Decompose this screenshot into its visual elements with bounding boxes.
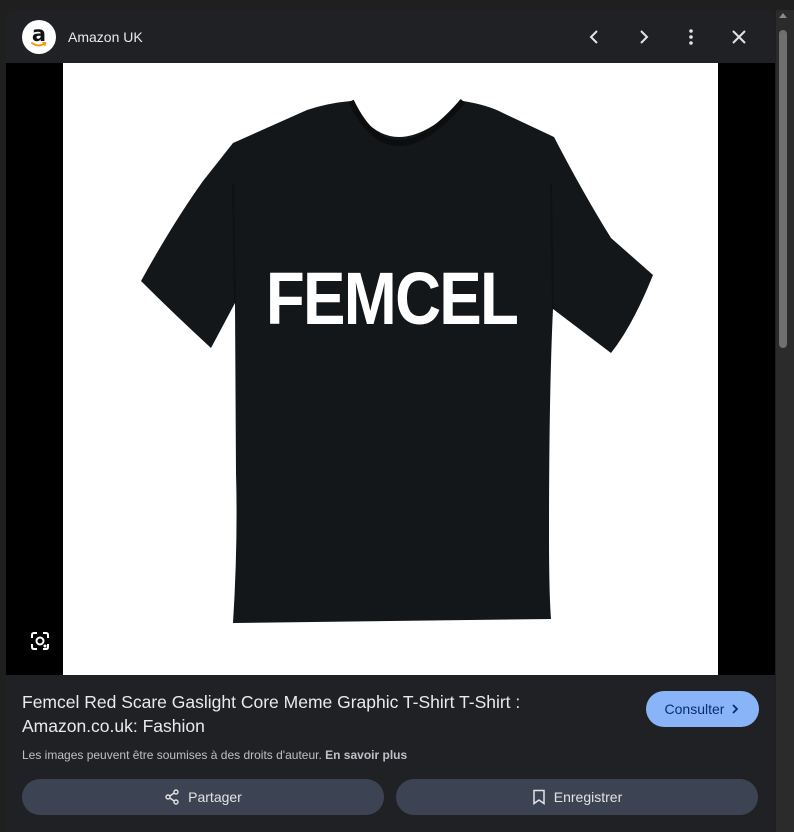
- scroll-thumb[interactable]: [779, 30, 787, 348]
- image-viewer-panel: a Amazon UK FEMCEL Femcel Red Scare Gasl…: [6, 10, 775, 832]
- scrollbar[interactable]: [776, 10, 794, 832]
- copyright-notice: Les images peuvent être soumises à des d…: [22, 748, 407, 762]
- previous-button[interactable]: [580, 22, 610, 52]
- close-button[interactable]: [724, 22, 754, 52]
- chevron-right-icon: [640, 30, 649, 44]
- amazon-smile-icon: [31, 42, 47, 47]
- chevron-left-icon: [589, 30, 598, 44]
- close-icon: [732, 30, 746, 44]
- site-logo[interactable]: a: [22, 20, 56, 54]
- consult-label: Consulter: [664, 701, 725, 717]
- share-icon: [165, 789, 179, 805]
- more-vert-icon: [689, 29, 693, 45]
- consult-button[interactable]: Consulter: [646, 691, 759, 727]
- scroll-up-arrow-icon[interactable]: [779, 13, 787, 18]
- share-button[interactable]: Partager: [22, 779, 384, 815]
- copyright-text: Les images peuvent être soumises à des d…: [22, 748, 322, 762]
- bookmark-icon: [533, 789, 545, 805]
- shirt-print-text: FEMCEL: [265, 257, 519, 340]
- save-button[interactable]: Enregistrer: [396, 779, 758, 815]
- image-preview[interactable]: FEMCEL: [6, 63, 775, 675]
- learn-more-link[interactable]: En savoir plus: [325, 748, 407, 762]
- lens-search-button[interactable]: [26, 627, 54, 655]
- image-title[interactable]: Femcel Red Scare Gaslight Core Meme Grap…: [22, 690, 582, 738]
- lens-icon: [31, 632, 49, 650]
- product-image: FEMCEL: [63, 63, 718, 675]
- save-label: Enregistrer: [553, 789, 623, 805]
- next-button[interactable]: [628, 22, 658, 52]
- viewer-header: a Amazon UK: [6, 10, 775, 63]
- chevron-right-icon: [732, 704, 739, 714]
- more-options-button[interactable]: [676, 22, 706, 52]
- share-label: Partager: [188, 789, 242, 805]
- tshirt-shape: [141, 99, 653, 623]
- site-name[interactable]: Amazon UK: [68, 29, 143, 45]
